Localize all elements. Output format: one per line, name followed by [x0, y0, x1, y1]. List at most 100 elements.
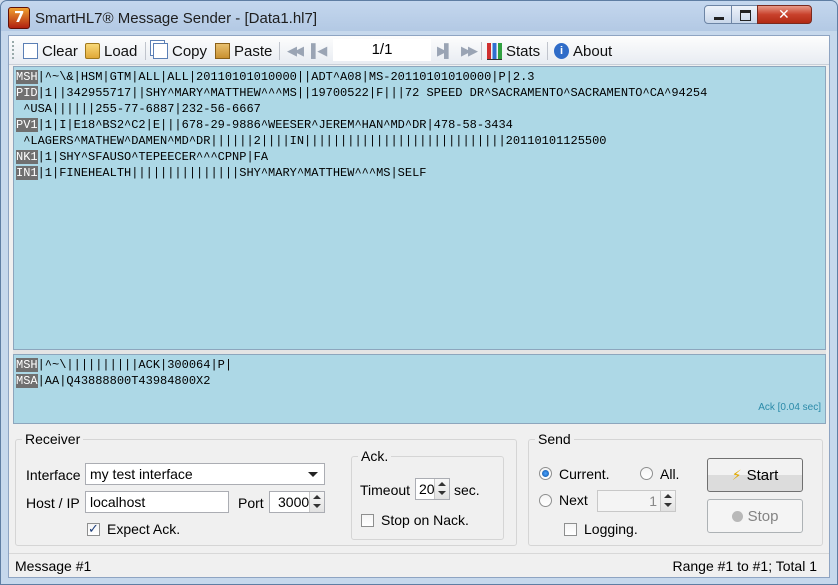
close-button[interactable] — [757, 5, 812, 24]
message-pager: 1/1 — [333, 39, 431, 61]
toolbar: Clear Load Copy Paste ◀◀ ▌◀ 1/1 ▶▌ ▶▶ St… — [9, 36, 829, 65]
stop-label: Stop — [747, 507, 779, 525]
info-icon: i — [554, 43, 569, 59]
segment-fields: |AA|Q43888800T43984800X2 — [37, 374, 211, 388]
clear-button[interactable]: Clear — [23, 41, 78, 61]
paste-button[interactable]: Paste — [215, 41, 272, 61]
segment-fields: |1|FINEHEALTH|||||||||||||||SHY^MARY^MAT… — [37, 166, 427, 180]
load-button[interactable]: Load — [85, 41, 137, 61]
ack-time: Ack [0.04 sec] — [758, 402, 821, 413]
copy-icon — [153, 43, 168, 59]
previous-message-icon[interactable]: ▌◀ — [311, 43, 327, 59]
send-current-radio[interactable] — [539, 467, 552, 480]
hl7-message-editor[interactable]: MSH|^~\&|HSM|GTM|ALL|ALL|20110101010000|… — [13, 66, 826, 350]
send-current-label: Current. — [559, 466, 610, 482]
open-folder-icon — [85, 43, 100, 59]
send-all-label: All. — [660, 466, 680, 482]
timeout-stepper[interactable]: 20 — [415, 478, 450, 500]
start-button[interactable]: ⚡ Start — [707, 458, 803, 492]
send-next-radio[interactable] — [539, 494, 552, 507]
hl7-segment-line: NK1|1|SHY^SFAUSO^TEPEECER^^^CPNP|FA — [16, 149, 825, 165]
receiver-title: Receiver — [22, 431, 84, 447]
expect-ack-checkbox[interactable] — [87, 521, 100, 537]
spin-arrows-icon[interactable] — [660, 491, 675, 511]
segment-id: MSA — [16, 374, 38, 388]
timeout-label: Timeout — [360, 482, 411, 498]
hl7-segment-line: ^USA||||||255-77-6887|232-56-6667 — [16, 101, 825, 117]
next-count-value: 1 — [649, 493, 657, 509]
title-bar[interactable]: SmartHL7® Message Sender - [Data1.hl7] — [1, 1, 837, 35]
ack-options-title: Ack. — [358, 448, 392, 464]
segment-fields: |1||342955717||SHY^MARY^MATTHEW^^^MS||19… — [37, 86, 708, 100]
hl7-segment-line: ^LAGERS^MATHEW^DAMEN^MD^DR||||||2||||IN|… — [16, 133, 825, 149]
lightning-icon: ⚡ — [731, 466, 742, 483]
interface-dropdown[interactable]: my test interface — [85, 463, 325, 485]
copy-label: Copy — [172, 42, 208, 60]
port-label: Port — [238, 495, 264, 511]
window-title: SmartHL7® Message Sender - [Data1.hl7] — [35, 10, 318, 27]
send-title: Send — [535, 431, 574, 447]
last-message-icon[interactable]: ▶▶ — [461, 43, 478, 59]
toolbar-separator — [145, 42, 146, 60]
host-input[interactable]: localhost — [85, 491, 229, 513]
about-button[interactable]: i About — [554, 41, 612, 61]
minimize-button[interactable] — [704, 5, 732, 24]
segment-fields: |^~\&|HSM|GTM|ALL|ALL|20110101010000||AD… — [37, 70, 535, 84]
hl7-segment-line: MSA|AA|Q43888800T43984800X2 — [16, 373, 825, 389]
send-next-label: Next — [559, 492, 588, 508]
maximize-button[interactable] — [731, 5, 758, 24]
hl7-segment-line: PID|1||342955717||SHY^MARY^MATTHEW^^^MS|… — [16, 85, 825, 101]
about-label: About — [573, 42, 613, 60]
copy-button[interactable]: Copy — [153, 41, 207, 61]
segment-fields: ^LAGERS^MATHEW^DAMEN^MD^DR||||||2||||IN|… — [16, 134, 607, 148]
paste-icon — [215, 43, 230, 59]
interface-label: Interface — [26, 467, 81, 483]
expect-ack-label: Expect Ack. — [107, 521, 181, 537]
hl7-segment-line: MSH|^~\||||||||||ACK|300064|P| — [16, 357, 825, 373]
toolbar-separator — [481, 42, 482, 60]
stop-on-nack-label: Stop on Nack. — [381, 512, 469, 528]
logging-label: Logging. — [584, 521, 638, 537]
logging-checkbox[interactable] — [564, 523, 577, 536]
interface-value: my test interface — [90, 466, 193, 482]
toolbar-grip[interactable] — [12, 41, 17, 59]
segment-id: NK1 — [16, 150, 38, 164]
stop-on-nack-checkbox[interactable] — [361, 514, 374, 527]
segment-id: MSH — [16, 358, 38, 372]
client-area: Clear Load Copy Paste ◀◀ ▌◀ 1/1 ▶▌ ▶▶ St… — [8, 35, 830, 578]
stats-label: Stats — [506, 42, 541, 60]
spin-arrows-icon[interactable] — [309, 492, 324, 512]
hl7-segment-line: IN1|1|FINEHEALTH|||||||||||||||SHY^MARY^… — [16, 165, 825, 181]
hl7-segment-line: PV1|1|I|E18^BS2^C2|E|||678-29-9886^WEESE… — [16, 117, 825, 133]
segment-id: PV1 — [16, 118, 38, 132]
start-label: Start — [746, 466, 779, 484]
segment-id: IN1 — [16, 166, 38, 180]
stats-button[interactable]: Stats — [487, 41, 540, 61]
segment-id: PID — [16, 86, 38, 100]
app-window: SmartHL7® Message Sender - [Data1.hl7] C… — [0, 0, 838, 585]
segment-fields: ^USA||||||255-77-6887|232-56-6667 — [16, 102, 261, 116]
toolbar-separator — [279, 42, 280, 60]
toolbar-separator — [547, 42, 548, 60]
send-all-radio[interactable] — [640, 467, 653, 480]
hl7-segment-line: MSH|^~\&|HSM|GTM|ALL|ALL|20110101010000|… — [16, 69, 825, 85]
bar-chart-icon — [487, 42, 502, 60]
paste-label: Paste — [234, 42, 273, 60]
stop-icon — [731, 510, 743, 522]
segment-fields: |^~\||||||||||ACK|300064|P| — [37, 358, 233, 372]
spin-arrows-icon[interactable] — [434, 479, 449, 499]
first-message-icon[interactable]: ◀◀ — [287, 43, 304, 59]
ack-response-view[interactable]: MSH|^~\||||||||||ACK|300064|P| MSA|AA|Q43… — [13, 354, 826, 424]
next-count-stepper[interactable]: 1 — [597, 490, 676, 512]
smarthl7-app-icon[interactable] — [8, 7, 30, 29]
next-message-icon[interactable]: ▶▌ — [437, 43, 453, 59]
host-label: Host / IP — [26, 495, 80, 511]
stop-button[interactable]: Stop — [707, 499, 803, 533]
port-stepper[interactable]: 3000 — [269, 491, 325, 513]
chevron-down-icon — [308, 472, 318, 477]
segment-id: MSH — [16, 70, 38, 84]
new-document-icon — [23, 43, 38, 59]
status-bar: Message #1 Range #1 to #1; Total 1 — [9, 553, 829, 578]
segment-fields: |1|I|E18^BS2^C2|E|||678-29-9886^WEESER^J… — [37, 118, 513, 132]
status-range: Range #1 to #1; Total 1 — [672, 558, 817, 574]
